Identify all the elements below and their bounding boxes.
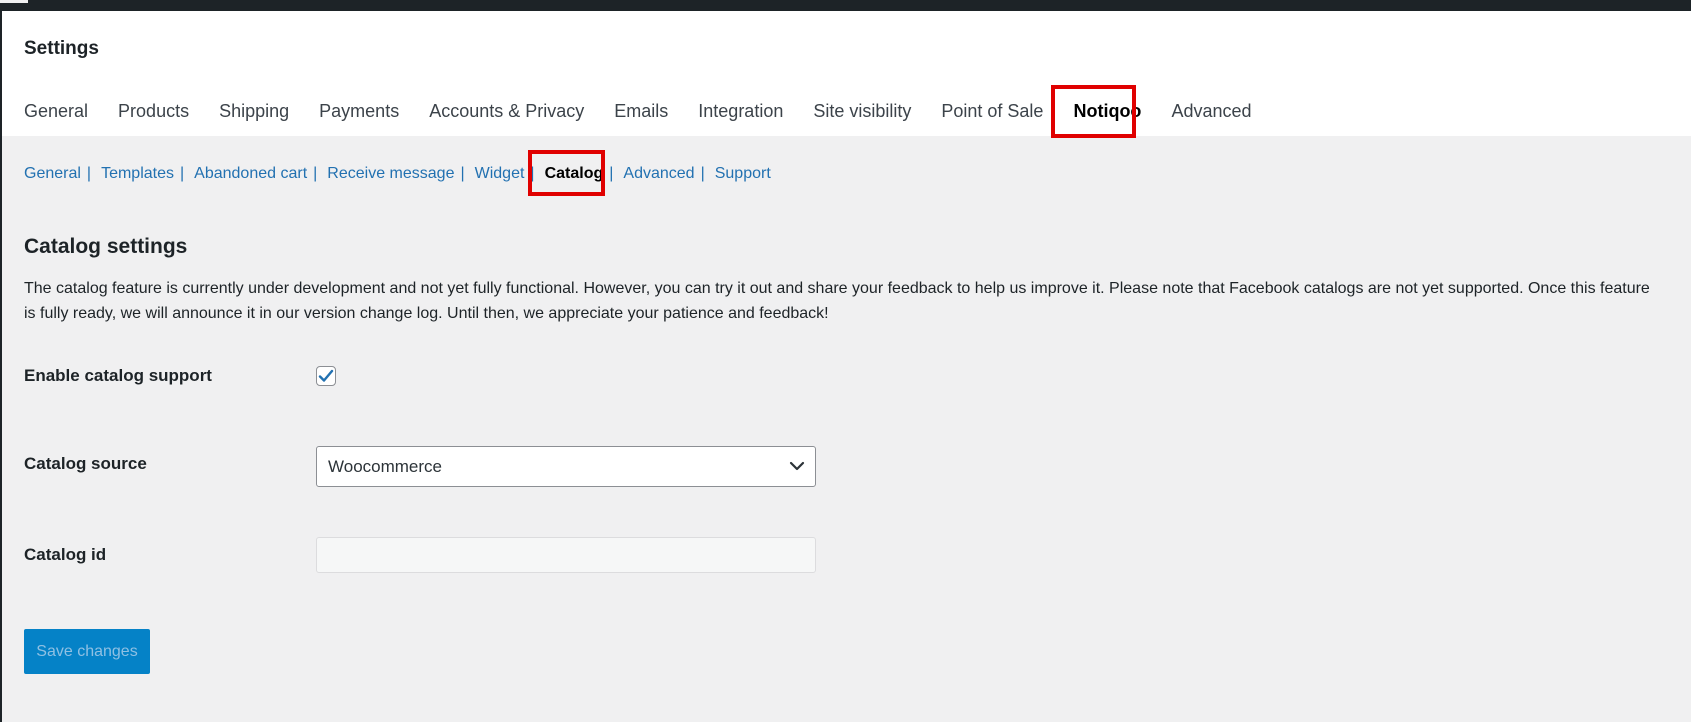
chevron-down-icon <box>789 461 805 471</box>
left-border <box>0 11 2 722</box>
tab-point-of-sale[interactable]: Point of Sale <box>941 101 1043 122</box>
catalog-source-value: Woocommerce <box>328 456 442 476</box>
page-title: Settings <box>24 38 99 59</box>
subnav-separator: | <box>700 165 705 182</box>
catalog-source-label: Catalog source <box>24 454 147 473</box>
subnav-separator: | <box>609 165 614 182</box>
subnav: General | Templates | Abandoned cart | Rece… <box>24 162 771 186</box>
tab-general[interactable]: General <box>24 101 88 122</box>
highlight-box-subnav <box>528 150 605 196</box>
subnav-separator: | <box>460 165 465 182</box>
highlight-box-tab <box>1051 85 1136 138</box>
subnav-general[interactable]: General <box>24 165 81 183</box>
section-description: The catalog feature is currently under d… <box>24 280 1650 322</box>
catalog-id-input[interactable] <box>316 537 816 573</box>
tab-site-visibility[interactable]: Site visibility <box>813 101 911 122</box>
subnav-support[interactable]: Support <box>715 165 771 183</box>
subnav-separator: | <box>180 165 185 182</box>
subnav-separator: | <box>313 165 318 182</box>
admin-bar-corner <box>0 0 28 3</box>
save-changes-button[interactable]: Save changes <box>24 629 150 674</box>
subnav-separator: | <box>86 165 92 182</box>
tab-accounts-privacy[interactable]: Accounts & Privacy <box>429 101 584 122</box>
tab-emails[interactable]: Emails <box>614 101 668 122</box>
check-icon <box>318 369 334 382</box>
catalog-id-label: Catalog id <box>24 545 107 564</box>
tab-payments[interactable]: Payments <box>319 101 399 122</box>
tab-integration[interactable]: Integration <box>698 101 783 122</box>
subnav-widget[interactable]: Widget <box>475 165 525 183</box>
subnav-receive-message[interactable]: Receive message <box>327 165 454 183</box>
section-title: Catalog settings <box>24 235 188 258</box>
subnav-abandoned-cart[interactable]: Abandoned cart <box>194 165 307 183</box>
catalog-source-select[interactable]: Woocommerce <box>316 446 816 487</box>
enable-catalog-label: Enable catalog support <box>24 366 212 385</box>
subnav-templates[interactable]: Templates <box>101 165 174 183</box>
tab-shipping[interactable]: Shipping <box>219 101 289 122</box>
tab-advanced[interactable]: Advanced <box>1171 101 1251 122</box>
subnav-advanced[interactable]: Advanced <box>623 165 694 183</box>
enable-catalog-checkbox[interactable] <box>316 366 336 386</box>
tab-products[interactable]: Products <box>118 101 189 122</box>
admin-bar <box>0 0 1691 11</box>
